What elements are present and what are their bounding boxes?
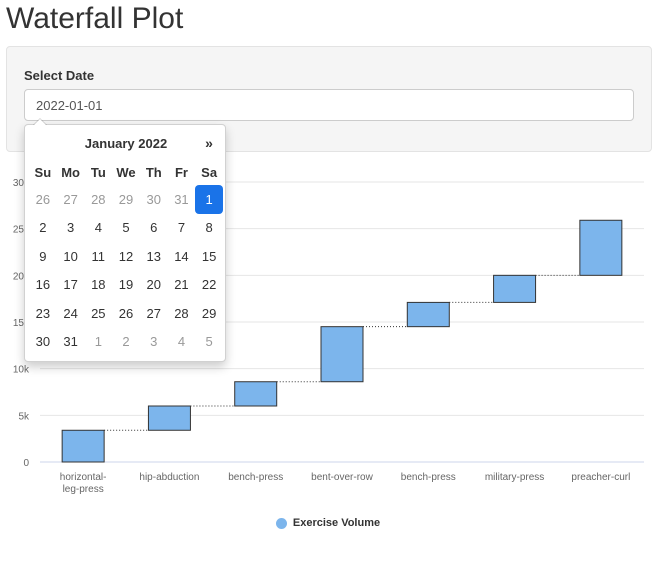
calendar-day[interactable]: 2	[29, 214, 57, 243]
calendar-day[interactable]: 14	[168, 242, 196, 271]
datepicker-header: « January 2022 »	[29, 131, 223, 155]
calendar-day[interactable]: 12	[112, 242, 140, 271]
calendar-day[interactable]: 8	[195, 214, 223, 243]
month-switch[interactable]: January 2022	[57, 136, 195, 151]
calendar-day[interactable]: 4	[84, 214, 112, 243]
calendar-day[interactable]: 23	[29, 299, 57, 328]
weekday-header: Tu	[90, 164, 106, 180]
calendar-day[interactable]: 26	[29, 185, 57, 214]
calendar-day[interactable]: 30	[140, 185, 168, 214]
datepicker-popup: « January 2022 » Su Mo Tu We Th Fr Sa 26 27 28 29…	[24, 118, 226, 362]
select-date-label: Select Date	[24, 68, 95, 83]
calendar-day[interactable]: 28	[84, 185, 112, 214]
calendar-day[interactable]: 2	[112, 328, 140, 357]
calendar-day[interactable]: 24	[57, 299, 85, 328]
weekday-header: Su	[34, 164, 52, 180]
calendar-day[interactable]: 1	[84, 328, 112, 357]
calendar-week-row: 16 17 18 19 20 21 22	[29, 271, 223, 300]
calendar-week-row: 26 27 28 29 30 31 1	[29, 185, 223, 214]
x-tick-label-line: preacher-curl	[571, 472, 630, 483]
next-month-button[interactable]: »	[195, 135, 223, 151]
calendar-day[interactable]: 21	[168, 271, 196, 300]
y-tick-label: 5k	[18, 411, 30, 422]
weekday-header: Sa	[201, 164, 218, 180]
x-tick-label-line: bent-over-row	[311, 472, 373, 483]
calendar-day[interactable]: 17	[57, 271, 85, 300]
y-tick-label: 10k	[13, 365, 30, 376]
waterfall-bar	[234, 381, 278, 407]
calendar-day[interactable]: 6	[140, 214, 168, 243]
calendar-day[interactable]: 16	[29, 271, 57, 300]
legend-marker	[275, 517, 287, 529]
calendar-day[interactable]: 26	[112, 299, 140, 328]
x-tick-label-line: bench-press	[228, 472, 283, 483]
waterfall-bar	[61, 429, 105, 463]
y-tick-label: 0	[23, 458, 29, 469]
legend-label: Exercise Volume	[292, 517, 381, 529]
calendar-day[interactable]: 5	[195, 328, 223, 357]
x-tick-label-line: leg-press	[63, 484, 104, 495]
x-tick-label: hip-abduction	[139, 472, 199, 483]
calendar-week-row: 2345678	[29, 214, 223, 243]
prev-month-button: «	[39, 135, 47, 151]
x-tick-label: preacher-curl	[571, 472, 630, 483]
x-tick-label: bench-press	[401, 472, 456, 483]
weekday-row: Su Mo Tu We Th Fr Sa	[29, 159, 223, 185]
calendar-day[interactable]: 27	[140, 299, 168, 328]
x-tick-label: military-press	[485, 472, 544, 483]
x-tick-label-line: military-press	[485, 472, 544, 483]
x-tick-label: horizontal-leg-press	[60, 472, 107, 495]
calendar-day[interactable]: 20	[140, 271, 168, 300]
weekday-header: Th	[145, 164, 162, 180]
x-tick-label-line: hip-abduction	[139, 472, 199, 483]
calendar-day[interactable]: 22	[195, 271, 223, 300]
calendar-week-row: 23 24 25 26 27 28 29	[29, 299, 223, 328]
weekday-header: Mo	[61, 164, 80, 180]
page-title: Waterfall Plot	[6, 2, 184, 35]
weekday-header: Fr	[174, 164, 188, 180]
calendar-day[interactable]: 10	[57, 242, 85, 271]
calendar-day[interactable]: 15	[195, 242, 223, 271]
calendar-day[interactable]: 7	[168, 214, 196, 243]
calendar-day[interactable]: 19	[112, 271, 140, 300]
calendar-day[interactable]: 25	[84, 299, 112, 328]
chart-legend: Exercise Volume	[0, 517, 656, 532]
calendar-day[interactable]: 27	[57, 185, 85, 214]
waterfall-bar	[147, 405, 191, 431]
calendar-day[interactable]: 29	[112, 185, 140, 214]
calendar-day[interactable]: 3	[140, 328, 168, 357]
calendar-day[interactable]: 18	[84, 271, 112, 300]
legend-item-exercise-volume[interactable]: Exercise Volume	[275, 517, 381, 529]
waterfall-bar	[320, 326, 364, 383]
calendar-day[interactable]: 11	[84, 242, 112, 271]
datepicker-caret-fill	[34, 119, 46, 125]
x-tick-label: bent-over-row	[311, 472, 373, 483]
calendar-day[interactable]: 31	[168, 185, 196, 214]
calendar-day[interactable]: 9	[29, 242, 57, 271]
x-tick-label-line: horizontal-	[60, 472, 107, 483]
x-tick-label: bench-press	[228, 472, 283, 483]
date-input[interactable]	[24, 89, 634, 121]
calendar-day[interactable]: 29	[195, 299, 223, 328]
calendar-week-row: 9 10 11 12 13 14 15	[29, 242, 223, 271]
weekday-header: We	[116, 164, 136, 180]
waterfall-bar	[406, 301, 450, 328]
x-tick-label-line: bench-press	[401, 472, 456, 483]
waterfall-bar	[579, 219, 623, 276]
calendar-day[interactable]: 4	[168, 328, 196, 357]
calendar-grid: Su Mo Tu We Th Fr Sa 26 27 28 29 30 31 1 2 3 4 5 6 7 8 9 10 11…	[29, 159, 223, 356]
calendar-day[interactable]: 30	[29, 328, 57, 357]
calendar-day[interactable]: 13	[140, 242, 168, 271]
calendar-day[interactable]: 3	[57, 214, 85, 243]
calendar-week-row: 30 31 1 2 3 4 5	[29, 328, 223, 357]
calendar-day-selected[interactable]: 1	[195, 185, 223, 214]
calendar-day[interactable]: 5	[112, 214, 140, 243]
waterfall-bar	[493, 274, 537, 303]
calendar-day[interactable]: 31	[57, 328, 85, 357]
calendar-day[interactable]: 28	[168, 299, 196, 328]
